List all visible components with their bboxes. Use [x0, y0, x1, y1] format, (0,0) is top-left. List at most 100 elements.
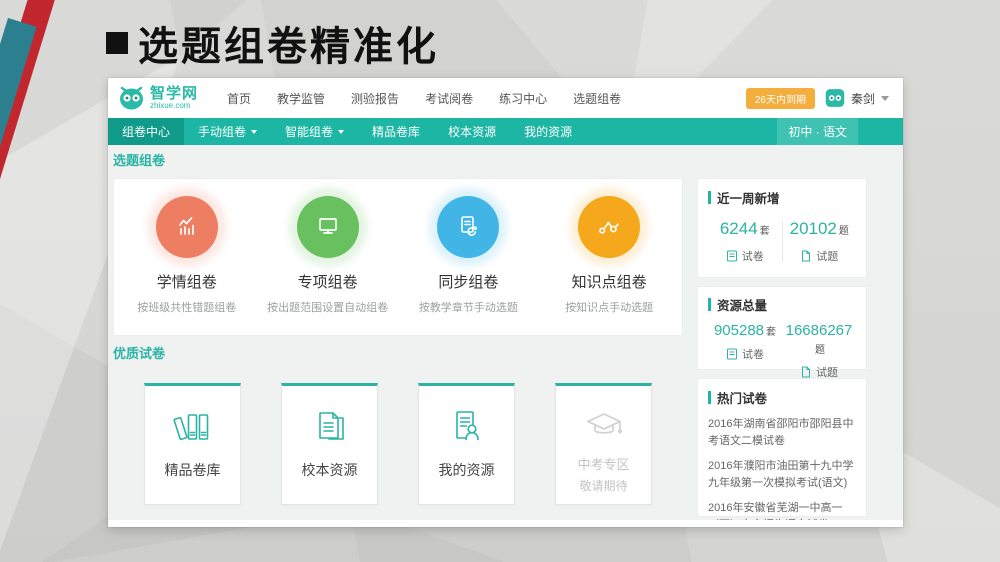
graduation-cap-icon	[556, 402, 651, 452]
logo-domain: zhixue.com	[150, 102, 198, 110]
total-resources-title-row: 资源总量	[708, 295, 856, 314]
total-questions-label-row: 试题	[782, 364, 856, 380]
feature-label: 学情组卷	[119, 271, 255, 292]
hot-papers-panel: 热门试卷 2016年湖南省邵阳市邵阳县中考语文二模试卷 2016年濮阳市油田第十…	[697, 378, 867, 517]
nav-practice-center[interactable]: 练习中心	[486, 90, 560, 107]
feature-desc: 按教学章节手动选题	[400, 299, 536, 315]
logo-name: 智学网	[150, 86, 198, 101]
total-papers-label: 试卷	[742, 346, 764, 362]
page-bottom-strip	[108, 520, 903, 527]
card-label: 精品卷库	[145, 460, 240, 480]
total-stats: 905288套 试卷 16686267 题 试题	[708, 322, 856, 380]
unit-ti: 题	[839, 226, 849, 237]
hot-papers-title-row: 热门试卷	[708, 388, 856, 407]
total-papers-label-row: 试卷	[708, 346, 782, 362]
sync-doc-icon	[437, 196, 499, 258]
webpage-screenshot: 智学网 zhixue.com 首页 教学监管 测验报告 考试阅卷 练习中心 选题…	[108, 78, 903, 527]
section-title-quality: 优质试卷	[113, 345, 683, 363]
nav-exam-marking[interactable]: 考试阅卷	[412, 90, 486, 107]
nav-question-assembly[interactable]: 选题组卷	[560, 90, 634, 107]
card-label: 我的资源	[419, 460, 514, 480]
total-resources-title: 资源总量	[717, 295, 767, 314]
total-papers-value: 905288	[714, 322, 764, 339]
card-my-resources[interactable]: 我的资源	[418, 383, 515, 505]
hot-paper-item[interactable]: 2016年濮阳市油田第十九中学九年级第一次模拟考试(语文)	[708, 458, 856, 491]
question-page-icon	[800, 250, 812, 262]
top-navbar: 智学网 zhixue.com 首页 教学监管 测验报告 考试阅卷 练习中心 选题…	[108, 78, 903, 118]
weekly-papers-value: 6244	[720, 219, 758, 238]
unit-ti: 题	[815, 345, 825, 356]
feature-circle	[297, 196, 359, 258]
weekly-questions-value: 20102	[790, 219, 837, 238]
paper-icon	[726, 250, 738, 262]
user-avatar[interactable]	[825, 88, 845, 108]
total-resources-panel: 资源总量 905288套 试卷 16686267题 试题	[697, 286, 867, 370]
subnav-school-resources[interactable]: 校本资源	[434, 118, 510, 145]
unit-tao: 套	[760, 226, 770, 237]
sidebar: 近一周新增 6244套 试卷 20102题	[697, 178, 867, 520]
card-premium-library[interactable]: 精品卷库	[144, 383, 241, 505]
subnav-my-resources[interactable]: 我的资源	[510, 118, 586, 145]
grade-subject-selector[interactable]: 初中 · 语文	[777, 118, 858, 145]
chevron-down-icon	[251, 130, 257, 134]
books-icon	[145, 402, 240, 452]
feature-label: 专项组卷	[260, 271, 396, 292]
feature-label: 知识点组卷	[541, 271, 677, 292]
logo-text: 智学网 zhixue.com	[150, 86, 198, 110]
nav-teaching-supervision[interactable]: 教学监管	[264, 90, 338, 107]
accent-bar	[708, 298, 711, 311]
feature-desc: 按知识点手动选题	[541, 299, 677, 315]
weekly-new-panel: 近一周新增 6244套 试卷 20102题	[697, 178, 867, 278]
chevron-down-icon[interactable]	[881, 96, 889, 101]
unit-tao: 套	[766, 327, 776, 338]
feature-knowledge-point[interactable]: 知识点组卷 按知识点手动选题	[541, 196, 677, 315]
accent-bar	[708, 191, 711, 204]
paper-icon	[726, 348, 738, 360]
total-questions-stat: 16686267 题 试题	[782, 322, 856, 380]
feature-circle	[578, 196, 640, 258]
feature-circle	[156, 196, 218, 258]
subnav-smart-assembly[interactable]: 智能组卷	[271, 118, 358, 145]
question-page-icon	[800, 366, 812, 378]
weekly-stats: 6244套 试卷 20102题 试题	[708, 219, 856, 264]
feature-sync-assembly[interactable]: 同步组卷 按教学章节手动选题	[400, 196, 536, 315]
accent-bar	[708, 391, 711, 404]
card-label: 校本资源	[282, 460, 377, 480]
feature-learning-analysis[interactable]: 学情组卷 按班级共性错题组卷	[119, 196, 255, 315]
card-zhongkao-zone: 中考专区 敬请期待	[555, 383, 652, 505]
quality-cards-row: 精品卷库 校本资源	[113, 369, 683, 520]
weekly-questions-label: 试题	[816, 248, 838, 264]
subnav-assembly-center[interactable]: 组卷中心	[108, 118, 184, 145]
expiry-badge[interactable]: 26天内到期	[746, 88, 815, 109]
chart-icon	[156, 196, 218, 258]
subnav-premium-papers[interactable]: 精品卷库	[358, 118, 434, 145]
top-nav-right: 26天内到期 秦剑	[746, 88, 889, 109]
subnav-manual-assembly[interactable]: 手动组卷	[184, 118, 271, 145]
knowledge-graph-icon	[578, 196, 640, 258]
nav-home[interactable]: 首页	[214, 90, 264, 107]
total-questions-value: 16686267	[786, 322, 853, 339]
subnav-smart-assembly-label: 智能组卷	[285, 123, 333, 140]
feature-special-topic[interactable]: 专项组卷 按出题范围设置自动组卷	[260, 196, 396, 315]
documents-icon	[282, 402, 377, 452]
card-coming-soon: 敬请期待	[556, 477, 651, 494]
weekly-papers-label-row: 试卷	[708, 248, 782, 264]
hot-paper-item[interactable]: 2016年湖南省邵阳市邵阳县中考语文二模试卷	[708, 416, 856, 449]
feature-desc: 按班级共性错题组卷	[119, 299, 255, 315]
card-school-resources[interactable]: 校本资源	[281, 383, 378, 505]
weekly-papers-stat: 6244套 试卷	[708, 219, 782, 264]
weekly-new-title: 近一周新增	[717, 188, 780, 207]
section-title-featured: 选题组卷	[113, 152, 683, 170]
sub-navbar: 组卷中心 手动组卷 智能组卷 精品卷库 校本资源 我的资源 初中 · 语文	[108, 118, 903, 145]
top-nav-items: 首页 教学监管 测验报告 考试阅卷 练习中心 选题组卷	[214, 90, 634, 107]
featured-panel: 学情组卷 按班级共性错题组卷 专项组卷	[113, 178, 683, 336]
nav-test-report[interactable]: 测验报告	[338, 90, 412, 107]
user-name[interactable]: 秦剑	[851, 90, 875, 107]
page-content: 选题组卷 学情组卷 按班级共性错题组卷	[108, 145, 903, 520]
weekly-questions-stat: 20102题 试题	[783, 219, 857, 264]
slide-title: 选题组卷精准化	[106, 14, 439, 72]
feature-circle	[437, 196, 499, 258]
zhixue-logo[interactable]: 智学网 zhixue.com	[118, 85, 198, 111]
monitor-icon	[297, 196, 359, 258]
total-questions-label: 试题	[816, 364, 838, 380]
